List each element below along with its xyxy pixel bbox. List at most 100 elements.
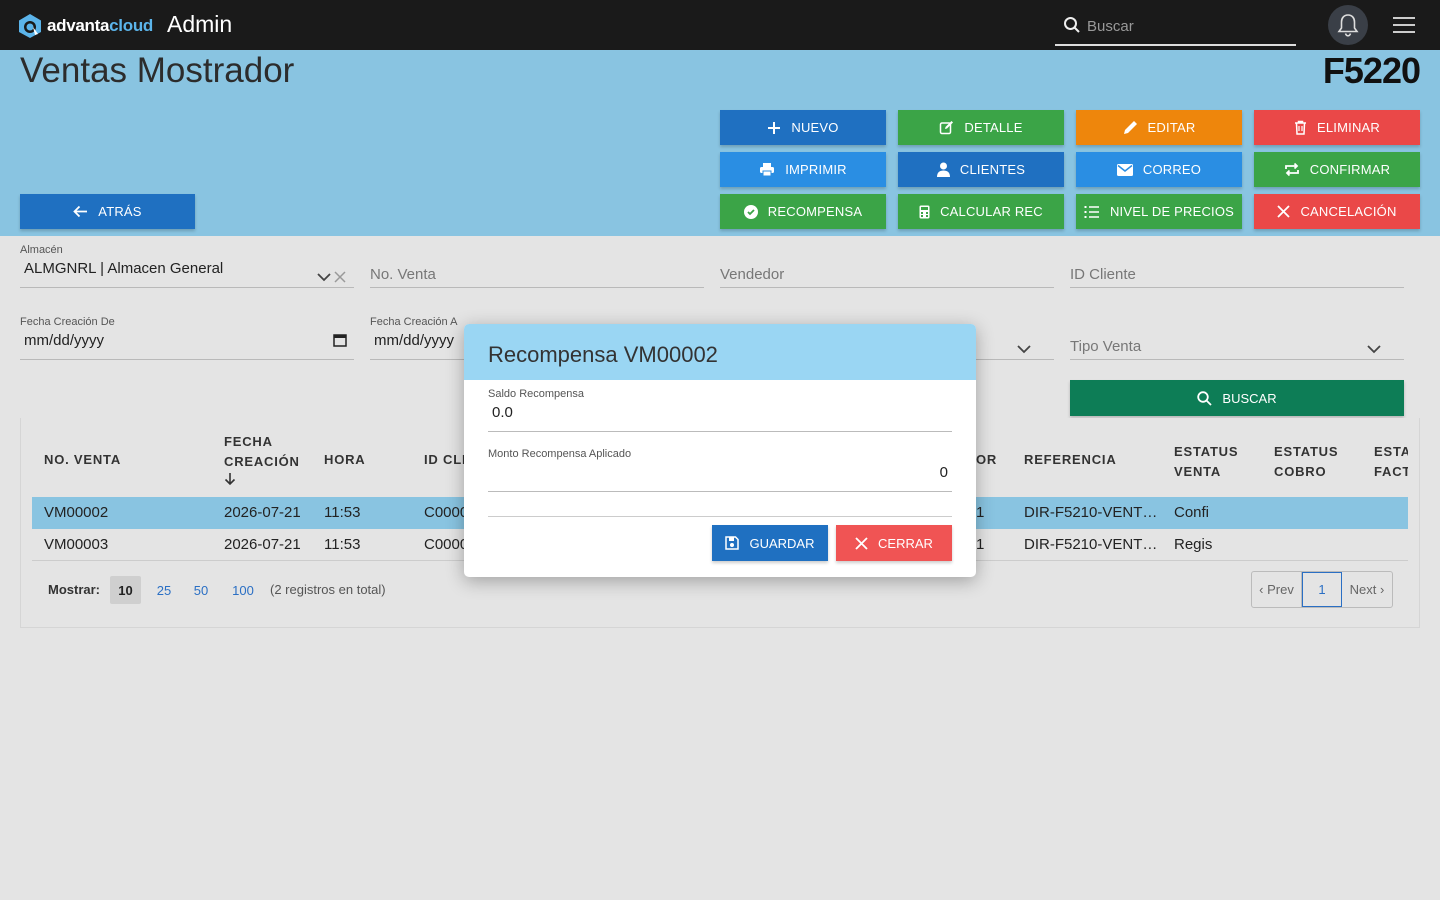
trash-icon bbox=[1294, 120, 1306, 135]
cell-estatus-venta: Regis bbox=[1174, 536, 1213, 553]
buscar-button[interactable]: BUSCAR bbox=[1070, 380, 1404, 416]
calendar-icon[interactable] bbox=[333, 333, 347, 347]
col-header-estatus-factura[interactable]: ESTA FACT bbox=[1374, 442, 1408, 482]
calcular-rec-button[interactable]: CALCULAR REC bbox=[898, 194, 1064, 229]
col-header-fecha-line1: FECHA bbox=[224, 434, 273, 449]
no-venta-field[interactable]: No. Venta bbox=[370, 262, 704, 288]
brand-name: advantacloud bbox=[47, 16, 153, 35]
clientes-button[interactable]: CLIENTES bbox=[898, 152, 1064, 187]
cell-no-venta: VM00003 bbox=[44, 536, 109, 553]
page-size-50[interactable]: 50 bbox=[187, 576, 215, 604]
list-ordered-icon bbox=[1084, 205, 1099, 218]
cell-id-cliente: C0000 bbox=[424, 504, 469, 521]
clear-icon[interactable] bbox=[334, 271, 346, 283]
col-header-id-cliente[interactable]: ID CLI bbox=[424, 450, 466, 470]
search-box[interactable] bbox=[1055, 8, 1296, 46]
vendedor-field[interactable]: Vendedor bbox=[720, 262, 1054, 288]
fecha-a-value: mm/dd/yyyy bbox=[374, 332, 455, 349]
cerrar-label: CERRAR bbox=[878, 535, 933, 551]
user-icon bbox=[936, 162, 950, 177]
col-header-fecha-line2: CREACIÓN bbox=[224, 454, 300, 469]
cerrar-button[interactable]: CERRAR bbox=[836, 525, 952, 561]
edit-square-icon bbox=[940, 121, 954, 135]
correo-label: CORREO bbox=[1142, 162, 1202, 177]
calcular-label: CALCULAR REC bbox=[940, 204, 1043, 219]
col-header-referencia[interactable]: REFERENCIA bbox=[1024, 450, 1117, 470]
page-size-label: Mostrar: bbox=[48, 582, 101, 597]
col-header-no-venta[interactable]: NO. VENTA bbox=[44, 450, 121, 470]
nuevo-button[interactable]: NUEVO bbox=[720, 110, 886, 145]
chevron-down-icon[interactable] bbox=[317, 273, 331, 282]
col-header-estatus-cobro[interactable]: ESTATUS COBRO bbox=[1274, 442, 1338, 482]
cell-referencia: DIR-F5210-VENT… bbox=[1024, 504, 1158, 521]
page-size-100[interactable]: 100 bbox=[226, 576, 260, 604]
cell-no-venta: VM00002 bbox=[44, 504, 109, 521]
search-icon bbox=[1064, 17, 1080, 33]
recompensa-button[interactable]: RECOMPENSA bbox=[720, 194, 886, 229]
clientes-label: CLIENTES bbox=[959, 162, 1026, 177]
atras-button[interactable]: ATRÁS bbox=[20, 194, 195, 229]
col-header-estatus-venta-line1: ESTATUS bbox=[1174, 444, 1239, 459]
col-header-estatus-fact-line1: ESTA bbox=[1374, 444, 1408, 459]
brand-logo[interactable]: advantacloud bbox=[16, 12, 153, 40]
page-size-10[interactable]: 10 bbox=[110, 576, 141, 604]
col-header-estatus-venta[interactable]: ESTATUS VENTA bbox=[1174, 442, 1238, 482]
no-venta-placeholder: No. Venta bbox=[370, 266, 436, 283]
eliminar-label: ELIMINAR bbox=[1316, 120, 1380, 135]
monto-recompensa-field[interactable]: Monto Recompensa Aplicado 0 bbox=[488, 448, 952, 492]
chevron-down-icon[interactable] bbox=[1017, 345, 1031, 354]
hamburger-menu-icon[interactable] bbox=[1393, 17, 1415, 35]
confirmar-button[interactable]: CONFIRMAR bbox=[1254, 152, 1420, 187]
page-code: F5220 bbox=[1322, 50, 1421, 91]
guardar-button[interactable]: GUARDAR bbox=[712, 525, 828, 561]
almacen-value: ALMGNRL | Almacen General bbox=[24, 260, 224, 277]
envelope-icon bbox=[1116, 163, 1133, 176]
col-header-estatus-venta-line2: VENTA bbox=[1174, 464, 1222, 479]
next-page-button[interactable]: Next › bbox=[1342, 572, 1392, 607]
page-title: Ventas Mostrador bbox=[20, 51, 295, 90]
col-header-vendedor[interactable]: OR bbox=[976, 450, 997, 470]
cancelacion-label: CANCELACIÓN bbox=[1300, 204, 1397, 219]
imprimir-button[interactable]: IMPRIMIR bbox=[720, 152, 886, 187]
recompensa-modal: Recompensa VM00002 Saldo Recompensa 0.0 … bbox=[464, 324, 976, 577]
cell-fecha: 2026-07-21 bbox=[224, 536, 301, 553]
detalle-label: DETALLE bbox=[964, 120, 1023, 135]
col-header-estatus-fact-line2: FACT bbox=[1374, 464, 1408, 479]
page-1-button[interactable]: 1 bbox=[1302, 572, 1342, 607]
vendedor-placeholder: Vendedor bbox=[720, 266, 785, 283]
editar-button[interactable]: EDITAR bbox=[1076, 110, 1242, 145]
col-header-fecha-creacion[interactable]: FECHA CREACIÓN bbox=[224, 432, 300, 492]
col-header-hora[interactable]: HORA bbox=[324, 450, 365, 470]
notifications-button[interactable] bbox=[1328, 5, 1368, 45]
chevron-down-icon[interactable] bbox=[1367, 345, 1381, 354]
cell-referencia: DIR-F5210-VENT… bbox=[1024, 536, 1158, 553]
almacen-select[interactable]: Almacén ALMGNRL | Almacen General bbox=[20, 244, 354, 288]
modal-title: Recompensa VM00002 bbox=[488, 342, 718, 367]
detalle-button[interactable]: DETALLE bbox=[898, 110, 1064, 145]
save-icon bbox=[725, 536, 740, 550]
search-input[interactable] bbox=[1087, 14, 1287, 38]
cell-id-cliente: C0000 bbox=[424, 536, 469, 553]
recompensa-label: RECOMPENSA bbox=[767, 204, 863, 219]
correo-button[interactable]: CORREO bbox=[1076, 152, 1242, 187]
fecha-creacion-de-field[interactable]: Fecha Creación De mm/dd/yyyy bbox=[20, 316, 354, 360]
close-icon bbox=[1277, 205, 1291, 218]
fecha-de-value: mm/dd/yyyy bbox=[24, 332, 105, 349]
saldo-value: 0.0 bbox=[492, 404, 513, 421]
prev-page-button[interactable]: ‹ Prev bbox=[1252, 572, 1302, 607]
nivel-precios-button[interactable]: NIVEL DE PRECIOS bbox=[1076, 194, 1242, 229]
almacen-label: Almacén bbox=[20, 244, 63, 256]
pagination: ‹ Prev 1 Next › bbox=[1251, 571, 1393, 608]
eliminar-button[interactable]: ELIMINAR bbox=[1254, 110, 1420, 145]
search-icon bbox=[1197, 390, 1213, 406]
top-navbar: advantacloud Admin bbox=[0, 0, 1440, 50]
fecha-a-label: Fecha Creación A bbox=[370, 316, 458, 328]
page-size-25[interactable]: 25 bbox=[150, 576, 178, 604]
tipo-venta-select[interactable]: Tipo Venta bbox=[1070, 334, 1404, 360]
monto-label: Monto Recompensa Aplicado bbox=[488, 448, 632, 460]
id-cliente-field[interactable]: ID Cliente bbox=[1070, 262, 1404, 288]
buscar-label: BUSCAR bbox=[1222, 390, 1277, 406]
arrow-left-icon bbox=[73, 205, 88, 218]
monto-value[interactable]: 0 bbox=[940, 464, 948, 481]
cancelacion-button[interactable]: CANCELACIÓN bbox=[1254, 194, 1420, 229]
